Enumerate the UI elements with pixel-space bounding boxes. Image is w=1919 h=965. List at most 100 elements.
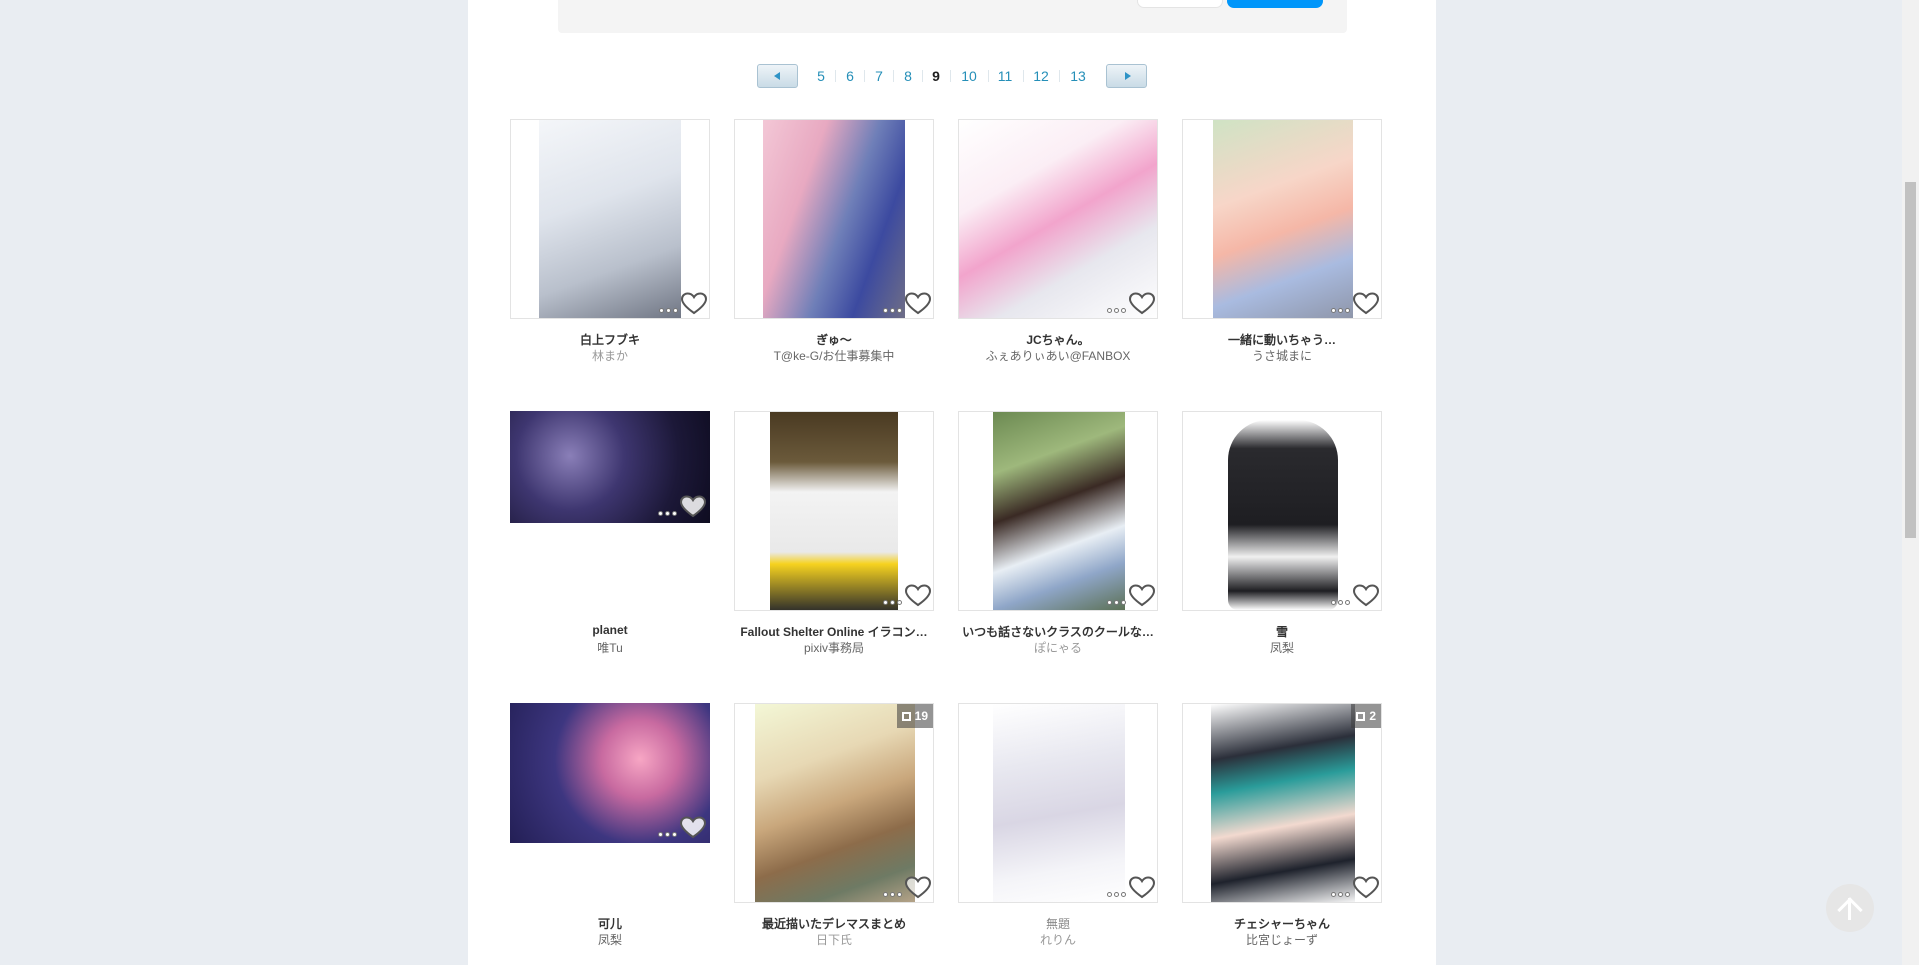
- heart-icon[interactable]: [1129, 584, 1155, 608]
- more-dots-icon[interactable]: [1331, 300, 1353, 313]
- more-dots-icon[interactable]: [1107, 884, 1129, 897]
- vertical-scrollbar[interactable]: [1902, 0, 1919, 965]
- work-author[interactable]: 比宮じょーず: [1172, 931, 1392, 948]
- work-thumbnail[interactable]: [734, 411, 934, 611]
- work-author[interactable]: pixiv事務局: [724, 639, 944, 656]
- page-link-10[interactable]: 10: [961, 68, 977, 84]
- arrow-left-icon: [774, 72, 780, 80]
- multi-page-icon: [1356, 712, 1366, 721]
- work-author[interactable]: 日下氏: [724, 931, 944, 948]
- more-dots-icon[interactable]: [883, 300, 905, 313]
- page-separator: [922, 70, 923, 82]
- more-dots-icon[interactable]: [1331, 592, 1353, 605]
- heart-icon[interactable]: [1353, 876, 1379, 900]
- work-author[interactable]: 唯Tu: [500, 639, 720, 656]
- more-dots-icon[interactable]: [658, 503, 680, 516]
- work-title[interactable]: 可儿: [500, 915, 720, 932]
- page-separator: [1059, 70, 1060, 82]
- heart-icon[interactable]: [681, 292, 707, 316]
- page-separator: [893, 70, 894, 82]
- work-author[interactable]: 凤梨: [1172, 639, 1392, 656]
- work-title[interactable]: 雪: [1172, 623, 1392, 640]
- page-link-6[interactable]: 6: [846, 68, 854, 84]
- artwork-image: [993, 704, 1125, 902]
- artwork-image: [1213, 120, 1353, 318]
- more-dots-icon[interactable]: [1107, 592, 1129, 605]
- work-author[interactable]: ぽにゃる: [948, 639, 1168, 656]
- heart-icon[interactable]: [1129, 292, 1155, 316]
- page-separator: [864, 70, 865, 82]
- heart-icon[interactable]: [905, 876, 931, 900]
- more-dots-icon[interactable]: [883, 592, 905, 605]
- work-thumbnail[interactable]: [1182, 119, 1382, 319]
- work-title[interactable]: ぎゅ～: [724, 331, 944, 348]
- scrollbar-thumb[interactable]: [1905, 182, 1916, 538]
- heart-icon[interactable]: [1353, 292, 1379, 316]
- more-dots-icon[interactable]: [659, 300, 681, 313]
- heart-icon[interactable]: [680, 495, 706, 519]
- work-title[interactable]: JCちゃん。: [948, 331, 1168, 348]
- page-link-5[interactable]: 5: [817, 68, 825, 84]
- page-link-7[interactable]: 7: [875, 68, 883, 84]
- artwork-image: [755, 704, 915, 902]
- page-link-12[interactable]: 12: [1033, 68, 1049, 84]
- next-page-button[interactable]: [1106, 64, 1147, 88]
- more-dots-icon[interactable]: [658, 824, 680, 837]
- artwork-image: [539, 120, 681, 318]
- page-current-9: 9: [932, 68, 940, 84]
- work-thumbnail[interactable]: [958, 703, 1158, 903]
- artwork-image: [993, 412, 1125, 610]
- page-separator: [1023, 70, 1024, 82]
- artwork-image: [1228, 420, 1338, 610]
- page-link-13[interactable]: 13: [1070, 68, 1086, 84]
- work-title[interactable]: Fallout Shelter Online イラコン…: [724, 623, 944, 640]
- work-thumbnail[interactable]: [1182, 411, 1382, 611]
- work-title[interactable]: チェシャーちゃん: [1172, 915, 1392, 932]
- work-author[interactable]: ふぇありぃあい@FANBOX: [948, 347, 1168, 364]
- work-title[interactable]: 一緒に動いちゃう…: [1172, 331, 1392, 348]
- work-author[interactable]: 林まか: [500, 347, 720, 364]
- work-title[interactable]: 最近描いたデレマスまとめ: [724, 915, 944, 932]
- back-to-top-button[interactable]: [1826, 884, 1874, 932]
- pagination: 5 6 7 8 9 10 11 12 13: [0, 64, 1919, 88]
- work-author[interactable]: 凤梨: [500, 931, 720, 948]
- work-title[interactable]: 白上フブキ: [500, 331, 720, 348]
- work-thumbnail[interactable]: [510, 411, 710, 611]
- page-count: 19: [914, 709, 928, 723]
- multi-page-icon: [901, 712, 911, 721]
- work-title[interactable]: planet: [500, 623, 720, 637]
- work-author[interactable]: うさ城まに: [1172, 347, 1392, 364]
- search-button[interactable]: [1227, 0, 1323, 8]
- work-thumbnail[interactable]: 2: [1182, 703, 1382, 903]
- work-title[interactable]: いつも話さないクラスのクールな…: [948, 623, 1168, 640]
- page-separator: [950, 70, 951, 82]
- work-thumbnail[interactable]: [510, 703, 710, 903]
- artwork-image: [959, 120, 1157, 318]
- heart-icon[interactable]: [905, 584, 931, 608]
- heart-icon[interactable]: [905, 292, 931, 316]
- work-thumbnail[interactable]: [958, 119, 1158, 319]
- work-thumbnail[interactable]: [510, 119, 710, 319]
- work-author[interactable]: T@ke-G/お仕事募集中: [724, 347, 944, 364]
- page-link-11[interactable]: 11: [998, 68, 1013, 84]
- work-thumbnail[interactable]: [958, 411, 1158, 611]
- heart-icon[interactable]: [1129, 876, 1155, 900]
- page-link-8[interactable]: 8: [904, 68, 912, 84]
- multi-page-badge: 19: [896, 704, 933, 728]
- artwork-image: [770, 412, 898, 610]
- multi-page-badge: 2: [1351, 704, 1381, 728]
- work-thumbnail[interactable]: 19: [734, 703, 934, 903]
- more-dots-icon[interactable]: [1107, 300, 1129, 313]
- artwork-image: [763, 120, 905, 318]
- heart-icon[interactable]: [1353, 584, 1379, 608]
- more-dots-icon[interactable]: [883, 884, 905, 897]
- work-author[interactable]: れりん: [948, 931, 1168, 948]
- more-dots-icon[interactable]: [1331, 884, 1353, 897]
- heart-icon[interactable]: [680, 816, 706, 840]
- search-option[interactable]: [1137, 0, 1223, 8]
- work-thumbnail[interactable]: [734, 119, 934, 319]
- work-title[interactable]: 無題: [948, 915, 1168, 932]
- prev-page-button[interactable]: [757, 64, 798, 88]
- page-count: 2: [1369, 709, 1376, 723]
- artwork-image: [1211, 704, 1355, 902]
